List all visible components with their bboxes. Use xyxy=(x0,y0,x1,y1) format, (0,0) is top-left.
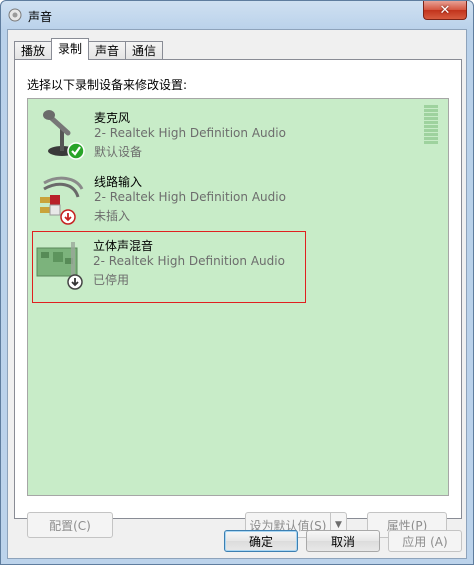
close-button[interactable]: ✕ xyxy=(423,1,467,20)
device-name: 立体声混音 xyxy=(93,239,154,253)
recording-device-list[interactable]: 麦克风 2- Realtek High Definition Audio 默认设… xyxy=(27,98,449,496)
device-status: 未插入 xyxy=(94,209,131,223)
title-bar[interactable]: 声音 ✕ xyxy=(1,1,473,29)
configure-button[interactable]: 配置(C) xyxy=(27,512,113,538)
input-level-meter xyxy=(424,105,438,145)
speaker-icon xyxy=(8,8,22,22)
device-name: 线路输入 xyxy=(94,175,143,189)
tab-communications[interactable]: 通信 xyxy=(125,41,164,60)
device-status: 默认设备 xyxy=(94,145,143,159)
device-description: 2- Realtek High Definition Audio xyxy=(94,126,286,140)
cancel-button[interactable]: 取消 xyxy=(306,530,380,552)
tab-playback[interactable]: 播放 xyxy=(14,41,53,60)
instruction-text: 选择以下录制设备来修改设置: xyxy=(27,78,188,92)
device-item-microphone[interactable]: 麦克风 2- Realtek High Definition Audio 默认设… xyxy=(34,103,304,165)
ok-button[interactable]: 确定 xyxy=(224,530,298,552)
apply-button[interactable]: 应用 (A) xyxy=(388,530,462,552)
line-in-cable-icon xyxy=(40,176,84,225)
device-item-line-in[interactable]: 线路输入 2- Realtek High Definition Audio 未插… xyxy=(34,167,304,229)
window-title: 声音 xyxy=(28,10,53,24)
device-description: 2- Realtek High Definition Audio xyxy=(93,254,285,268)
dialog-client-area: 播放 录制 声音 通信 选择以下录制设备来修改设置: 麦克风 2- Realte… xyxy=(7,29,467,559)
microphone-icon xyxy=(43,110,85,160)
close-icon: ✕ xyxy=(439,2,451,18)
tab-recording[interactable]: 录制 xyxy=(51,38,90,60)
device-status: 已停用 xyxy=(93,273,130,287)
sound-card-icon xyxy=(36,242,83,290)
sound-dialog-window: 声音 ✕ 播放 录制 声音 通信 选择以下录制设备来修改设置: 麦克风 2- R… xyxy=(0,0,474,565)
device-description: 2- Realtek High Definition Audio xyxy=(94,190,286,204)
device-item-stereo-mix[interactable]: 立体声混音 2- Realtek High Definition Audio 已… xyxy=(32,231,306,303)
tab-strip: 播放 录制 声音 通信 xyxy=(14,38,164,60)
tab-sounds[interactable]: 声音 xyxy=(88,41,127,60)
device-name: 麦克风 xyxy=(94,111,131,125)
recording-tab-panel: 选择以下录制设备来修改设置: 麦克风 2- Realtek High Defin… xyxy=(14,59,462,538)
